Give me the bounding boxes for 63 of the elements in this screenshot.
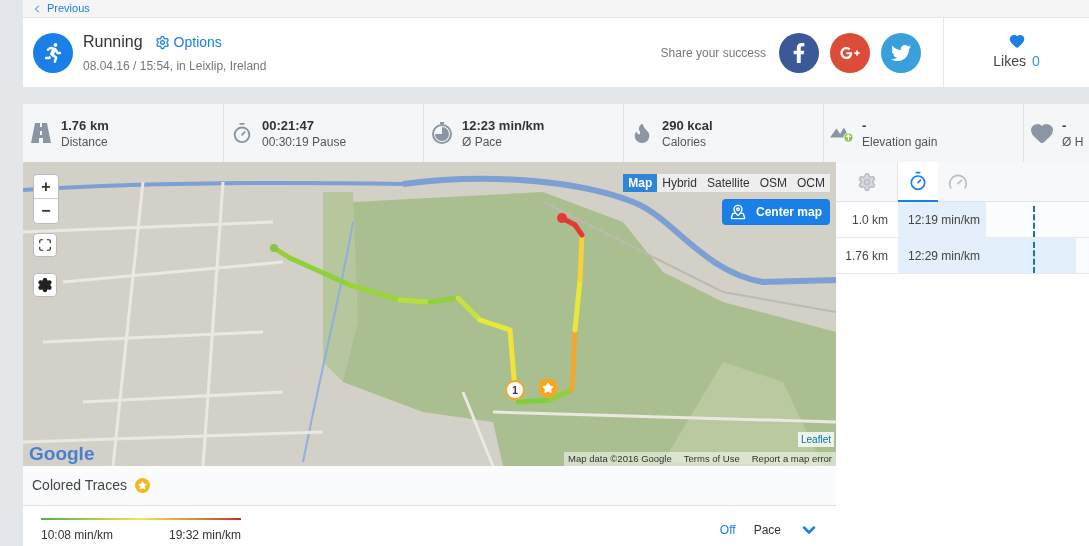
trace-metric-label: Pace [753, 522, 781, 539]
map-attribution: Map data ©2016 Google [568, 451, 672, 466]
fullscreen-icon [38, 238, 52, 252]
share-label: Share your success [660, 44, 766, 62]
stat-value: 00:21:47 [262, 118, 316, 132]
stopwatch-icon [908, 171, 928, 191]
settings-icon [154, 34, 170, 50]
google-plus-share-button[interactable] [830, 32, 870, 73]
map-view[interactable]: 1 + − Map Hybrid Satellite OSM OCM Center map Leaflet Google Map data ©2016 Google Terms of Use Report a map error [23, 162, 836, 466]
facebook-share-button[interactable] [779, 32, 819, 73]
stat-value: 12:23 min/km [462, 118, 545, 132]
speedometer-icon [948, 172, 968, 192]
stat-label: Elevation gain [862, 135, 938, 148]
map-pin-icon [729, 204, 746, 220]
stat-value: - [1062, 118, 1068, 132]
center-map-button[interactable]: Center map [721, 199, 830, 225]
likes-count: 0 [1031, 52, 1040, 71]
heart-icon [1030, 121, 1054, 145]
fullscreen-button[interactable] [33, 233, 57, 257]
split-distance: 1.0 km [851, 212, 889, 229]
map-layer-tab[interactable]: OSM [754, 174, 792, 192]
map-layer-tab[interactable]: OCM [792, 174, 830, 192]
average-pace-line [1033, 242, 1035, 273]
zoom-out-button[interactable]: − [34, 199, 58, 223]
legend-max-label: 19:32 min/km [168, 527, 241, 544]
map-layer-tab[interactable]: Hybrid [657, 174, 702, 192]
stat-label: Ø H [1062, 135, 1084, 148]
options-link[interactable]: Options [154, 31, 222, 53]
stat-label: Distance [61, 135, 109, 148]
stat-label: Calories [662, 135, 707, 148]
stat-value: 290 kcal [662, 118, 713, 132]
bird-icon [891, 42, 911, 63]
road-icon [30, 122, 52, 144]
map-settings-button[interactable] [33, 273, 57, 297]
pie-clock-icon [431, 122, 453, 144]
activity-title: Running [83, 32, 143, 52]
stat-value: - [862, 118, 868, 132]
settings-icon [37, 277, 53, 293]
activity-subtitle: 08.04.16 / 15:54, in Leixlip, Ireland [83, 58, 267, 75]
stopwatch-icon [231, 122, 253, 144]
likes-label: Likes [993, 52, 1026, 71]
traces-off-toggle[interactable]: Off [719, 521, 736, 539]
google-logo: Google [29, 442, 95, 466]
heart-icon [1008, 33, 1025, 49]
split-pace: 12:29 min/km [907, 249, 981, 263]
stat-label: Ø Pace [462, 135, 504, 148]
stat-value: 1.76 km [61, 118, 109, 132]
map-attribution[interactable]: Terms of Use [683, 451, 740, 466]
legend-min-label: 10:08 min/km [41, 527, 114, 544]
previous-link[interactable]: Previous [47, 3, 90, 14]
twitter-share-button[interactable] [881, 32, 921, 73]
map-layer-tab[interactable]: Map [623, 174, 658, 192]
split-distance: 1.76 km [844, 248, 889, 265]
settings-icon [856, 172, 877, 192]
map-attribution[interactable]: Report a map error [751, 451, 832, 466]
runner-icon [43, 42, 63, 63]
map-layer-tab[interactable]: Satellite [701, 174, 755, 192]
colored-traces-title: Colored Traces [32, 476, 127, 495]
leaflet-link[interactable]: Leaflet [797, 432, 834, 447]
stat-label: 00:30:19 Pause [262, 135, 347, 148]
zoom-in-button[interactable]: + [34, 175, 58, 199]
split-pace: 12:19 min/km [907, 213, 981, 227]
splits-tab[interactable] [898, 162, 938, 202]
